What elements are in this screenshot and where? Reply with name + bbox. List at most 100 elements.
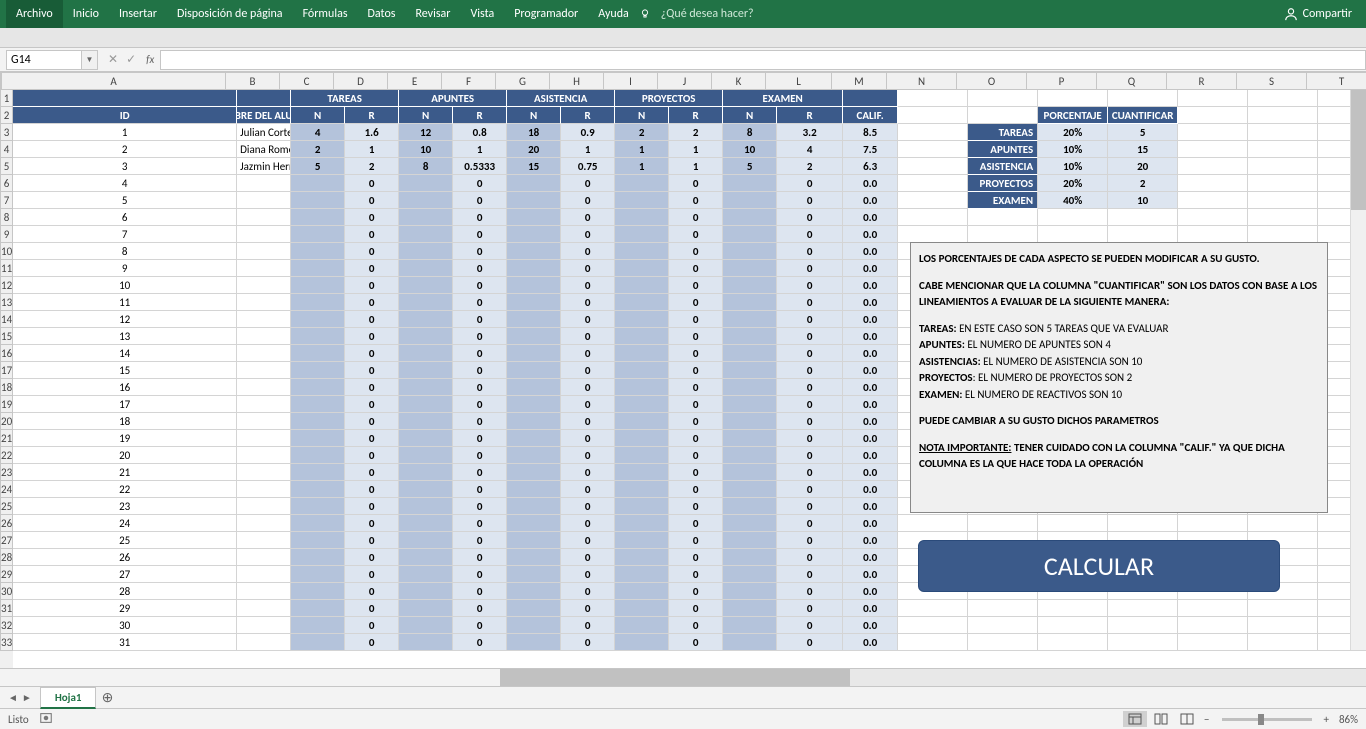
cell-name-17[interactable] — [237, 396, 291, 413]
cell-name-10[interactable] — [237, 277, 291, 294]
cell-id-12[interactable]: 12 — [13, 311, 237, 328]
cell-name-31[interactable] — [237, 634, 291, 651]
row-header-4[interactable]: 4 — [0, 141, 13, 158]
cell-calif-19[interactable]: 0.0 — [843, 430, 898, 447]
row-header-26[interactable]: 26 — [0, 515, 13, 532]
row-header-14[interactable]: 14 — [0, 311, 13, 328]
side-label-4[interactable]: EXAMEN — [968, 192, 1038, 209]
col-header-P[interactable]: P — [1027, 72, 1097, 90]
cell-id-13[interactable]: 13 — [13, 328, 237, 345]
cell-id-9[interactable]: 9 — [13, 260, 237, 277]
cell-name-19[interactable] — [237, 430, 291, 447]
cell-calif-9[interactable]: 0.0 — [843, 260, 898, 277]
cell-calif-14[interactable]: 0.0 — [843, 345, 898, 362]
formula-input[interactable] — [160, 50, 1366, 70]
side-header-cuantificar[interactable]: CUANTIFICAR — [1108, 107, 1178, 124]
cell-calif-12[interactable]: 0.0 — [843, 311, 898, 328]
cell-id-7[interactable]: 7 — [13, 226, 237, 243]
cell-calif-26[interactable]: 0.0 — [843, 549, 898, 566]
cell-name-20[interactable] — [237, 447, 291, 464]
row-header-20[interactable]: 20 — [0, 413, 13, 430]
cell-calif-31[interactable]: 0.0 — [843, 634, 898, 651]
cell-calif-15[interactable]: 0.0 — [843, 362, 898, 379]
row-header-6[interactable]: 6 — [0, 175, 13, 192]
cell-id-20[interactable]: 20 — [13, 447, 237, 464]
cell-calif-16[interactable]: 0.0 — [843, 379, 898, 396]
cell-id-4[interactable]: 4 — [13, 175, 237, 192]
ribbon-tab-archivo[interactable]: Archivo — [6, 0, 63, 28]
zoom-slider[interactable] — [1222, 718, 1312, 721]
cancel-icon[interactable]: ✕ — [108, 52, 118, 67]
cell-name-15[interactable] — [237, 362, 291, 379]
row-header-30[interactable]: 30 — [0, 583, 13, 600]
col-header-C[interactable]: C — [280, 72, 334, 90]
row-header-9[interactable]: 9 — [0, 226, 13, 243]
cell-id-16[interactable]: 16 — [13, 379, 237, 396]
row-header-24[interactable]: 24 — [0, 481, 13, 498]
calcular-button[interactable]: CALCULAR — [918, 540, 1280, 592]
cell-id-2[interactable]: 2 — [13, 141, 237, 158]
name-box[interactable]: G14 — [6, 50, 82, 70]
side-pct-2[interactable]: 10% — [1038, 158, 1108, 175]
side-qty-2[interactable]: 20 — [1108, 158, 1178, 175]
row-header-18[interactable]: 18 — [0, 379, 13, 396]
header-asistencia[interactable]: ASISTENCIA — [507, 90, 615, 107]
cell-calif-29[interactable]: 0.0 — [843, 600, 898, 617]
cell-id-23[interactable]: 23 — [13, 498, 237, 515]
row-header-19[interactable]: 19 — [0, 396, 13, 413]
side-qty-1[interactable]: 15 — [1108, 141, 1178, 158]
cell-name-28[interactable] — [237, 583, 291, 600]
col-header-J[interactable]: J — [658, 72, 712, 90]
cell-calif-17[interactable]: 0.0 — [843, 396, 898, 413]
ribbon-tab-fórmulas[interactable]: Fórmulas — [293, 0, 358, 28]
side-qty-4[interactable]: 10 — [1108, 192, 1178, 209]
cell-calif-24[interactable]: 0.0 — [843, 515, 898, 532]
cell-id-10[interactable]: 10 — [13, 277, 237, 294]
cell-id-15[interactable]: 15 — [13, 362, 237, 379]
row-header-10[interactable]: 10 — [0, 243, 13, 260]
cell-id-5[interactable]: 5 — [13, 192, 237, 209]
cell-name-9[interactable] — [237, 260, 291, 277]
row-header-22[interactable]: 22 — [0, 447, 13, 464]
row-header-23[interactable]: 23 — [0, 464, 13, 481]
cell-name-6[interactable] — [237, 209, 291, 226]
cell-name-26[interactable] — [237, 549, 291, 566]
cell-calif-3[interactable]: 6.3 — [843, 158, 898, 175]
col-header-M[interactable]: M — [832, 72, 887, 90]
cell-name-4[interactable] — [237, 175, 291, 192]
cell-name-21[interactable] — [237, 464, 291, 481]
row-header-27[interactable]: 27 — [0, 532, 13, 549]
cell-calif-20[interactable]: 0.0 — [843, 447, 898, 464]
side-pct-1[interactable]: 10% — [1038, 141, 1108, 158]
cell-calif-25[interactable]: 0.0 — [843, 532, 898, 549]
cell-id-31[interactable]: 31 — [13, 634, 237, 651]
cell-name-23[interactable] — [237, 498, 291, 515]
row-header-33[interactable]: 33 — [0, 634, 13, 651]
ribbon-tab-disposición-de-página[interactable]: Disposición de página — [167, 0, 293, 28]
cell-id-22[interactable]: 22 — [13, 481, 237, 498]
col-header-R[interactable]: R — [1167, 72, 1237, 90]
cell-id-18[interactable]: 18 — [13, 413, 237, 430]
side-label-3[interactable]: PROYECTOS — [968, 175, 1038, 192]
side-pct-4[interactable]: 40% — [1038, 192, 1108, 209]
cell-calif-10[interactable]: 0.0 — [843, 277, 898, 294]
row-header-7[interactable]: 7 — [0, 192, 13, 209]
row-header-32[interactable]: 32 — [0, 617, 13, 634]
row-header-1[interactable]: 1 — [0, 90, 13, 107]
cell-id-1[interactable]: 1 — [13, 124, 237, 141]
cell-name-1[interactable]: Julian Cortez Lima — [237, 124, 291, 141]
tell-me-search[interactable]: ¿Qué desea hacer? — [651, 0, 764, 28]
cell-calif-8[interactable]: 0.0 — [843, 243, 898, 260]
macro-record-icon[interactable] — [39, 711, 53, 728]
col-header-D[interactable]: D — [334, 72, 388, 90]
cell-name-12[interactable] — [237, 311, 291, 328]
row-header-8[interactable]: 8 — [0, 209, 13, 226]
cell-calif-7[interactable]: 0.0 — [843, 226, 898, 243]
col-header-T[interactable]: T — [1307, 72, 1366, 90]
cell-calif-2[interactable]: 7.5 — [843, 141, 898, 158]
zoom-out-button[interactable]: − — [1200, 713, 1213, 726]
cell-calif-13[interactable]: 0.0 — [843, 328, 898, 345]
row-header-2[interactable]: 2 — [0, 107, 13, 124]
cell-calif-11[interactable]: 0.0 — [843, 294, 898, 311]
header-examen[interactable]: EXAMEN — [723, 90, 843, 107]
